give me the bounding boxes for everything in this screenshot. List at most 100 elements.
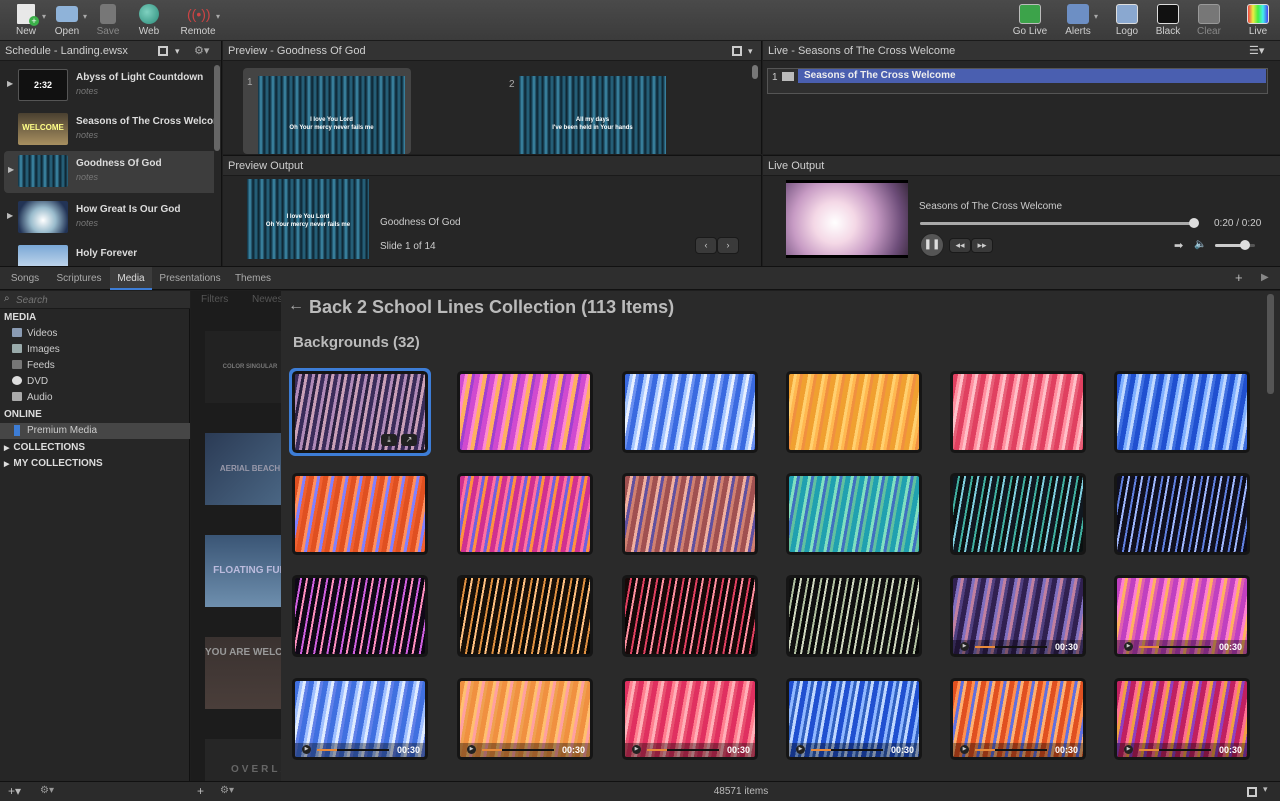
clear-button[interactable]: Clear xyxy=(1189,4,1229,40)
background-tile[interactable] xyxy=(1117,476,1247,552)
live-item[interactable]: 1 Seasons of The Cross Welcome xyxy=(767,68,1268,94)
previous-slide-button[interactable]: ‹ xyxy=(695,237,717,254)
tab-media[interactable]: Media xyxy=(110,267,152,290)
play-icon[interactable]: ▶ xyxy=(1261,272,1269,283)
background-tile[interactable] xyxy=(953,476,1083,552)
background-tile[interactable] xyxy=(953,374,1083,450)
play-icon[interactable]: ▶ xyxy=(796,745,805,754)
background-tile[interactable] xyxy=(625,476,755,552)
slide-thumbnail[interactable]: I love You Lord Oh Your mercy never fail… xyxy=(258,76,405,154)
background-tile[interactable] xyxy=(789,476,919,552)
background-tile[interactable]: ▶ 00:30 xyxy=(1117,578,1247,654)
web-button[interactable]: Web xyxy=(129,4,169,40)
play-icon[interactable]: ▶ xyxy=(1124,642,1133,651)
chevron-down-icon[interactable]: ▾ xyxy=(175,41,180,61)
alerts-button[interactable]: Alerts ▾ xyxy=(1058,4,1098,40)
schedule-item[interactable]: Holy Forever xyxy=(0,241,214,266)
schedule-item-selected[interactable]: ▶ Goodness Of God notes xyxy=(4,151,214,193)
disclosure-arrow-icon[interactable]: ▶ xyxy=(7,79,13,88)
tab-themes[interactable]: Themes xyxy=(230,267,276,290)
video-progress[interactable] xyxy=(1139,646,1211,648)
background-tile[interactable] xyxy=(460,374,590,450)
grid-view-icon[interactable] xyxy=(1247,787,1257,797)
slide-thumbnail[interactable]: All my days I've been held in Your hands xyxy=(519,76,666,154)
gear-icon[interactable]: ⚙▾ xyxy=(220,785,234,796)
grid-view-icon[interactable] xyxy=(158,46,168,56)
gear-icon[interactable]: ⚙▾ xyxy=(40,785,54,796)
background-tile[interactable]: ▶ 00:30 xyxy=(1117,681,1247,757)
sidebar-item-premium-media[interactable]: Premium Media xyxy=(0,423,190,439)
background-tile[interactable]: ▶ 00:30 xyxy=(789,681,919,757)
background-tile[interactable] xyxy=(295,476,425,552)
video-progress[interactable] xyxy=(975,646,1047,648)
tab-songs[interactable]: Songs xyxy=(5,267,45,290)
route-arrow-icon[interactable]: ➡ xyxy=(1174,239,1183,252)
my-collections-group[interactable]: ▶ MY COLLECTIONS xyxy=(4,458,103,469)
live-button[interactable]: Live xyxy=(1238,4,1278,40)
open-button[interactable]: Open ▾ xyxy=(47,4,87,40)
grid-view-icon[interactable] xyxy=(732,46,742,56)
back-arrow-icon[interactable]: ← xyxy=(288,297,304,315)
gear-icon[interactable]: ⚙▾ xyxy=(194,41,209,61)
play-icon[interactable]: ▶ xyxy=(302,745,311,754)
background-tile[interactable]: ⤓ ↗ xyxy=(295,374,425,450)
new-button[interactable]: + New ▾ xyxy=(6,4,46,40)
fast-forward-button[interactable]: ▸▸ xyxy=(971,238,993,253)
add-icon[interactable]: +▾ xyxy=(8,784,21,798)
chevron-down-icon[interactable]: ▾ xyxy=(748,41,753,61)
disclosure-arrow-icon[interactable]: ▶ xyxy=(8,165,14,174)
video-progress[interactable] xyxy=(317,749,389,751)
play-icon[interactable]: ▶ xyxy=(1124,745,1133,754)
chevron-down-icon[interactable]: ▾ xyxy=(1263,784,1268,795)
volume-slider[interactable] xyxy=(1215,240,1255,250)
remote-button[interactable]: ((•)) Remote ▾ xyxy=(176,4,220,40)
background-tile[interactable] xyxy=(460,476,590,552)
download-icon[interactable]: ⤓ xyxy=(381,434,397,446)
play-icon[interactable]: ▶ xyxy=(960,642,969,651)
open-external-icon[interactable]: ↗ xyxy=(401,434,417,446)
volume-knob[interactable] xyxy=(1240,240,1250,250)
sidebar-item-audio[interactable]: Audio xyxy=(12,392,53,403)
background-tile[interactable]: ▶ 00:30 xyxy=(295,681,425,757)
disclosure-arrow-icon[interactable]: ▶ xyxy=(7,211,13,220)
play-icon[interactable]: ▶ xyxy=(632,745,641,754)
tab-presentations[interactable]: Presentations xyxy=(156,267,224,290)
live-progress-track[interactable] xyxy=(920,218,1199,228)
background-tile[interactable] xyxy=(789,578,919,654)
preview-scrollbar[interactable] xyxy=(752,65,758,79)
sidebar-item-feeds[interactable]: Feeds xyxy=(12,360,55,371)
search-field[interactable]: ⌕ xyxy=(0,291,190,309)
background-tile[interactable] xyxy=(789,374,919,450)
save-button[interactable]: Save xyxy=(88,4,128,40)
logo-button[interactable]: Logo xyxy=(1107,4,1147,40)
video-progress[interactable] xyxy=(811,749,883,751)
background-tile[interactable] xyxy=(1117,374,1247,450)
search-input[interactable] xyxy=(16,293,184,307)
schedule-item[interactable]: ▶ 2:32 Abyss of Light Countdown notes xyxy=(0,65,214,107)
schedule-item[interactable]: ▶ How Great Is Our God notes xyxy=(0,197,214,239)
tab-scriptures[interactable]: Scriptures xyxy=(52,267,106,290)
gallery-scrollbar[interactable] xyxy=(1267,294,1274,394)
background-tile[interactable] xyxy=(295,578,425,654)
video-progress[interactable] xyxy=(1139,749,1211,751)
black-button[interactable]: Black xyxy=(1148,4,1188,40)
list-view-icon[interactable]: ☰▾ xyxy=(1249,41,1264,61)
background-tile[interactable]: ▶ 00:30 xyxy=(953,681,1083,757)
video-progress[interactable] xyxy=(975,749,1047,751)
video-progress[interactable] xyxy=(647,749,719,751)
add-icon[interactable]: + xyxy=(1235,270,1243,285)
rewind-button[interactable]: ◂◂ xyxy=(949,238,971,253)
sidebar-item-images[interactable]: Images xyxy=(12,344,60,355)
background-tile[interactable]: ▶ 00:30 xyxy=(460,681,590,757)
play-icon[interactable]: ▶ xyxy=(467,745,476,754)
go-live-button[interactable]: Go Live xyxy=(1010,4,1050,40)
background-tile[interactable] xyxy=(460,578,590,654)
video-progress[interactable] xyxy=(482,749,554,751)
sidebar-item-videos[interactable]: Videos xyxy=(12,328,57,339)
background-tile[interactable]: ▶ 00:30 xyxy=(625,681,755,757)
add-icon[interactable]: + xyxy=(197,784,204,798)
background-tile[interactable]: ▶ 00:30 xyxy=(953,578,1083,654)
background-tile[interactable] xyxy=(625,578,755,654)
live-progress-knob[interactable] xyxy=(1189,218,1199,228)
next-slide-button[interactable]: › xyxy=(717,237,739,254)
